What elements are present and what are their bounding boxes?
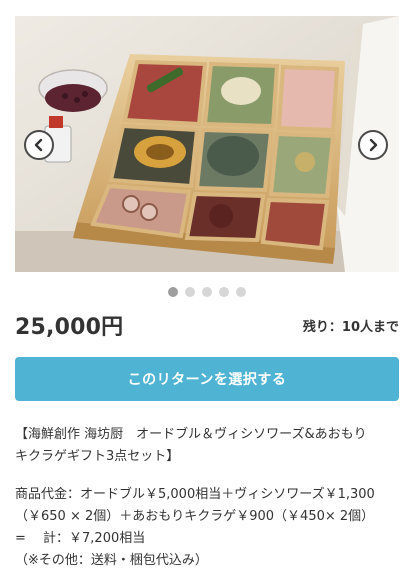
reward-body-line: = 計：￥7,200相当	[15, 531, 146, 546]
carousel-dot[interactable]	[184, 287, 195, 297]
select-reward-button[interactable]: このリターンを選択する	[15, 357, 399, 401]
carousel-next-button[interactable]	[358, 130, 388, 160]
carousel-dot[interactable]	[167, 287, 178, 297]
carousel-dot[interactable]	[218, 287, 229, 297]
chevron-left-icon	[34, 138, 43, 152]
remaining-count: 残り：10人まで	[302, 319, 399, 335]
reward-body-line: （￥650 × 2個）＋あおもりキクラゲ￥900（￥450× 2個）	[15, 509, 375, 524]
reward-title-line: 【海鮮創作 海坊厨 オードブル＆ヴィシソワーズ&あおもり	[15, 427, 367, 442]
reward-price: 25,000円	[15, 315, 124, 340]
reward-description: 【海鮮創作 海坊厨 オードブル＆ヴィシソワーズ&あおもり キクラゲギフト3点セッ…	[15, 424, 407, 572]
product-photo	[15, 16, 399, 272]
reward-body-line: 商品代金：オードブル￥5,000相当＋ヴィシソワーズ￥1,300	[15, 487, 375, 502]
carousel-pagination	[0, 287, 413, 297]
carousel-dot[interactable]	[201, 287, 212, 297]
chevron-right-icon	[369, 138, 378, 152]
reward-body-line: （※その他：送料・梱包代込み）	[15, 553, 208, 568]
carousel-dot[interactable]	[235, 287, 246, 297]
price-row: 25,000円 残り：10人まで	[15, 310, 399, 340]
reward-title-line: キクラゲギフト3点セット】	[15, 449, 180, 464]
product-image-carousel[interactable]	[15, 16, 399, 272]
carousel-prev-button[interactable]	[24, 130, 54, 160]
